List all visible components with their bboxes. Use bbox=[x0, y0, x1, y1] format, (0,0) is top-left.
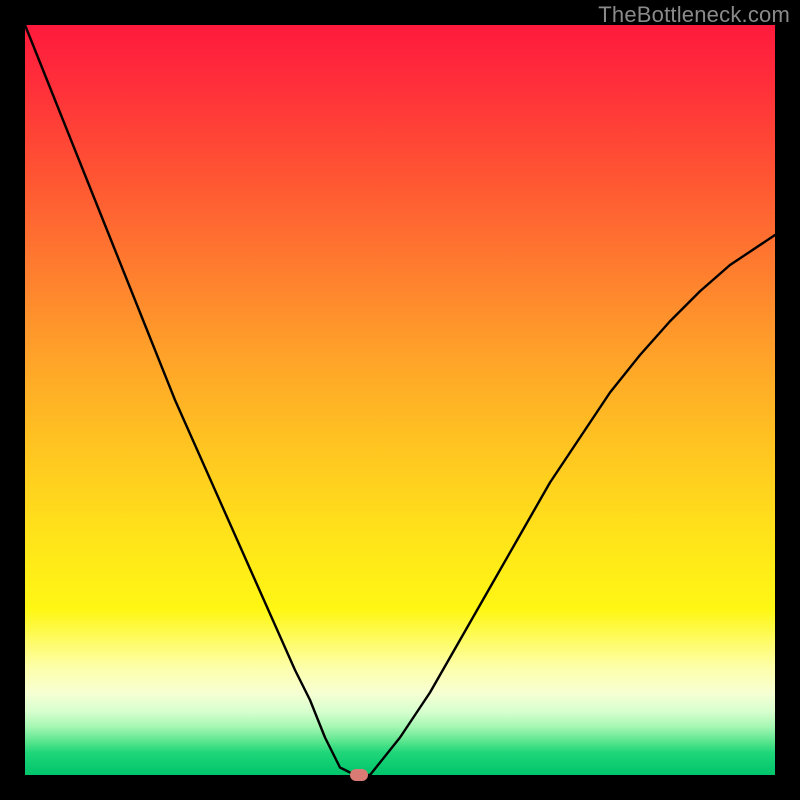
chart-frame: TheBottleneck.com bbox=[0, 0, 800, 800]
watermark-text: TheBottleneck.com bbox=[598, 2, 790, 28]
bottleneck-curve bbox=[25, 25, 775, 775]
curve-path bbox=[25, 25, 775, 775]
optimum-marker bbox=[350, 769, 368, 781]
